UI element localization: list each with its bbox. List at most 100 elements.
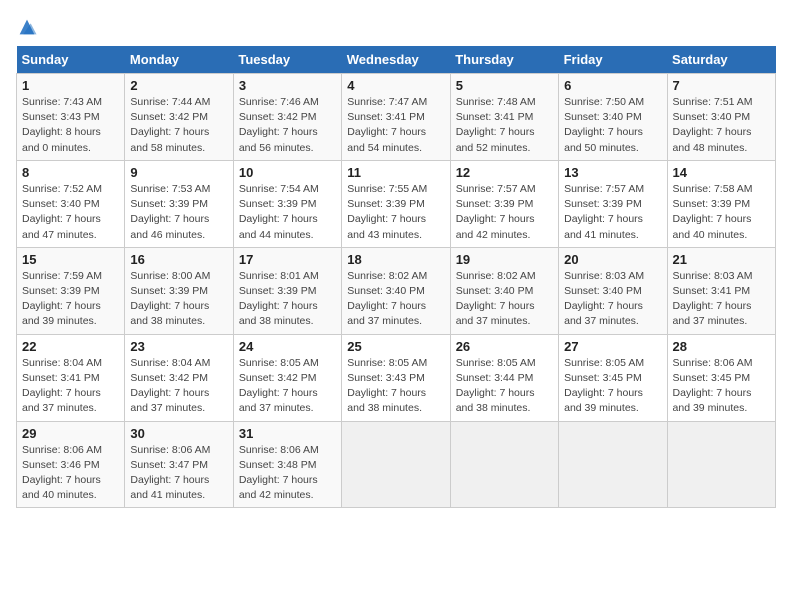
calendar-cell <box>667 421 775 508</box>
day-number: 22 <box>22 339 119 354</box>
calendar-cell: 1 Sunrise: 7:43 AMSunset: 3:43 PMDaylight… <box>17 74 125 161</box>
calendar-cell: 13 Sunrise: 7:57 AMSunset: 3:39 PMDayligh… <box>559 160 667 247</box>
day-number: 6 <box>564 78 661 93</box>
day-number: 27 <box>564 339 661 354</box>
day-detail: Sunrise: 7:58 AMSunset: 3:39 PMDaylight:… <box>673 183 753 241</box>
calendar-cell: 27 Sunrise: 8:05 AMSunset: 3:45 PMDayligh… <box>559 334 667 421</box>
day-detail: Sunrise: 8:05 AMSunset: 3:44 PMDaylight:… <box>456 357 536 415</box>
week-row: 29 Sunrise: 8:06 AMSunset: 3:46 PMDayligh… <box>17 421 776 508</box>
day-number: 12 <box>456 165 553 180</box>
col-header-wednesday: Wednesday <box>342 46 450 74</box>
week-row: 1 Sunrise: 7:43 AMSunset: 3:43 PMDaylight… <box>17 74 776 161</box>
calendar-cell: 24 Sunrise: 8:05 AMSunset: 3:42 PMDayligh… <box>233 334 341 421</box>
day-detail: Sunrise: 7:46 AMSunset: 3:42 PMDaylight:… <box>239 96 319 154</box>
calendar-cell <box>559 421 667 508</box>
calendar-cell: 12 Sunrise: 7:57 AMSunset: 3:39 PMDayligh… <box>450 160 558 247</box>
day-detail: Sunrise: 7:50 AMSunset: 3:40 PMDaylight:… <box>564 96 644 154</box>
day-number: 10 <box>239 165 336 180</box>
day-number: 17 <box>239 252 336 267</box>
header <box>16 16 776 38</box>
day-number: 29 <box>22 426 119 441</box>
calendar-cell: 2 Sunrise: 7:44 AMSunset: 3:42 PMDaylight… <box>125 74 233 161</box>
calendar-cell: 6 Sunrise: 7:50 AMSunset: 3:40 PMDaylight… <box>559 74 667 161</box>
calendar-cell: 10 Sunrise: 7:54 AMSunset: 3:39 PMDayligh… <box>233 160 341 247</box>
col-header-friday: Friday <box>559 46 667 74</box>
col-header-saturday: Saturday <box>667 46 775 74</box>
calendar-cell: 3 Sunrise: 7:46 AMSunset: 3:42 PMDaylight… <box>233 74 341 161</box>
day-detail: Sunrise: 8:03 AMSunset: 3:40 PMDaylight:… <box>564 270 644 328</box>
day-number: 31 <box>239 426 336 441</box>
calendar-cell: 18Sunrise: 8:02 AMSunset: 3:40 PMDayligh… <box>342 247 450 334</box>
day-number: 15 <box>22 252 119 267</box>
day-number: 14 <box>673 165 770 180</box>
day-detail: Sunrise: 7:43 AMSunset: 3:43 PMDaylight:… <box>22 96 102 154</box>
day-detail: Sunrise: 8:06 AMSunset: 3:47 PMDaylight:… <box>130 444 210 502</box>
calendar-cell: 11Sunrise: 7:55 AMSunset: 3:39 PMDayligh… <box>342 160 450 247</box>
calendar-table: SundayMondayTuesdayWednesdayThursdayFrid… <box>16 46 776 508</box>
day-detail: Sunrise: 7:44 AMSunset: 3:42 PMDaylight:… <box>130 96 210 154</box>
day-detail: Sunrise: 7:51 AMSunset: 3:40 PMDaylight:… <box>673 96 753 154</box>
day-detail: Sunrise: 7:48 AMSunset: 3:41 PMDaylight:… <box>456 96 536 154</box>
day-number: 23 <box>130 339 227 354</box>
day-detail: Sunrise: 8:03 AMSunset: 3:41 PMDaylight:… <box>673 270 753 328</box>
day-number: 26 <box>456 339 553 354</box>
day-detail: Sunrise: 8:04 AMSunset: 3:42 PMDaylight:… <box>130 357 210 415</box>
day-detail: Sunrise: 8:05 AMSunset: 3:45 PMDaylight:… <box>564 357 644 415</box>
calendar-cell: 29 Sunrise: 8:06 AMSunset: 3:46 PMDayligh… <box>17 421 125 508</box>
calendar-cell: 30Sunrise: 8:06 AMSunset: 3:47 PMDayligh… <box>125 421 233 508</box>
day-detail: Sunrise: 8:06 AMSunset: 3:48 PMDaylight:… <box>239 444 319 502</box>
day-detail: Sunrise: 8:02 AMSunset: 3:40 PMDaylight:… <box>456 270 536 328</box>
calendar-cell: 20 Sunrise: 8:03 AMSunset: 3:40 PMDayligh… <box>559 247 667 334</box>
calendar-cell: 21 Sunrise: 8:03 AMSunset: 3:41 PMDayligh… <box>667 247 775 334</box>
day-detail: Sunrise: 8:06 AMSunset: 3:45 PMDaylight:… <box>673 357 753 415</box>
day-number: 16 <box>130 252 227 267</box>
calendar-cell: 25Sunrise: 8:05 AMSunset: 3:43 PMDayligh… <box>342 334 450 421</box>
day-number: 9 <box>130 165 227 180</box>
day-number: 2 <box>130 78 227 93</box>
calendar-cell: 9Sunrise: 7:53 AMSunset: 3:39 PMDaylight… <box>125 160 233 247</box>
week-row: 8Sunrise: 7:52 AMSunset: 3:40 PMDaylight… <box>17 160 776 247</box>
day-number: 20 <box>564 252 661 267</box>
week-row: 15 Sunrise: 7:59 AMSunset: 3:39 PMDayligh… <box>17 247 776 334</box>
calendar-cell: 23 Sunrise: 8:04 AMSunset: 3:42 PMDayligh… <box>125 334 233 421</box>
calendar-cell: 28 Sunrise: 8:06 AMSunset: 3:45 PMDayligh… <box>667 334 775 421</box>
col-header-sunday: Sunday <box>17 46 125 74</box>
day-detail: Sunrise: 7:57 AMSunset: 3:39 PMDaylight:… <box>456 183 536 241</box>
day-number: 25 <box>347 339 444 354</box>
col-header-thursday: Thursday <box>450 46 558 74</box>
day-detail: Sunrise: 8:01 AMSunset: 3:39 PMDaylight:… <box>239 270 319 328</box>
calendar-cell: 31 Sunrise: 8:06 AMSunset: 3:48 PMDayligh… <box>233 421 341 508</box>
day-number: 13 <box>564 165 661 180</box>
week-row: 22 Sunrise: 8:04 AMSunset: 3:41 PMDayligh… <box>17 334 776 421</box>
col-header-monday: Monday <box>125 46 233 74</box>
day-detail: Sunrise: 8:00 AMSunset: 3:39 PMDaylight:… <box>130 270 210 328</box>
calendar-cell: 19 Sunrise: 8:02 AMSunset: 3:40 PMDayligh… <box>450 247 558 334</box>
day-detail: Sunrise: 7:52 AMSunset: 3:40 PMDaylight:… <box>22 183 102 241</box>
day-detail: Sunrise: 8:04 AMSunset: 3:41 PMDaylight:… <box>22 357 102 415</box>
day-detail: Sunrise: 7:54 AMSunset: 3:39 PMDaylight:… <box>239 183 319 241</box>
day-number: 24 <box>239 339 336 354</box>
day-number: 19 <box>456 252 553 267</box>
day-number: 5 <box>456 78 553 93</box>
day-number: 3 <box>239 78 336 93</box>
logo-icon <box>16 16 38 38</box>
calendar-cell: 7 Sunrise: 7:51 AMSunset: 3:40 PMDaylight… <box>667 74 775 161</box>
day-detail: Sunrise: 7:59 AMSunset: 3:39 PMDaylight:… <box>22 270 102 328</box>
day-number: 28 <box>673 339 770 354</box>
day-detail: Sunrise: 8:06 AMSunset: 3:46 PMDaylight:… <box>22 444 102 502</box>
header-row: SundayMondayTuesdayWednesdayThursdayFrid… <box>17 46 776 74</box>
day-detail: Sunrise: 7:57 AMSunset: 3:39 PMDaylight:… <box>564 183 644 241</box>
calendar-cell: 5 Sunrise: 7:48 AMSunset: 3:41 PMDaylight… <box>450 74 558 161</box>
calendar-cell: 26 Sunrise: 8:05 AMSunset: 3:44 PMDayligh… <box>450 334 558 421</box>
col-header-tuesday: Tuesday <box>233 46 341 74</box>
logo <box>16 16 40 38</box>
calendar-cell: 17 Sunrise: 8:01 AMSunset: 3:39 PMDayligh… <box>233 247 341 334</box>
calendar-cell: 14 Sunrise: 7:58 AMSunset: 3:39 PMDayligh… <box>667 160 775 247</box>
calendar-cell: 22 Sunrise: 8:04 AMSunset: 3:41 PMDayligh… <box>17 334 125 421</box>
day-number: 21 <box>673 252 770 267</box>
day-detail: Sunrise: 8:05 AMSunset: 3:42 PMDaylight:… <box>239 357 319 415</box>
day-number: 1 <box>22 78 119 93</box>
day-number: 18 <box>347 252 444 267</box>
day-number: 7 <box>673 78 770 93</box>
calendar-cell <box>342 421 450 508</box>
